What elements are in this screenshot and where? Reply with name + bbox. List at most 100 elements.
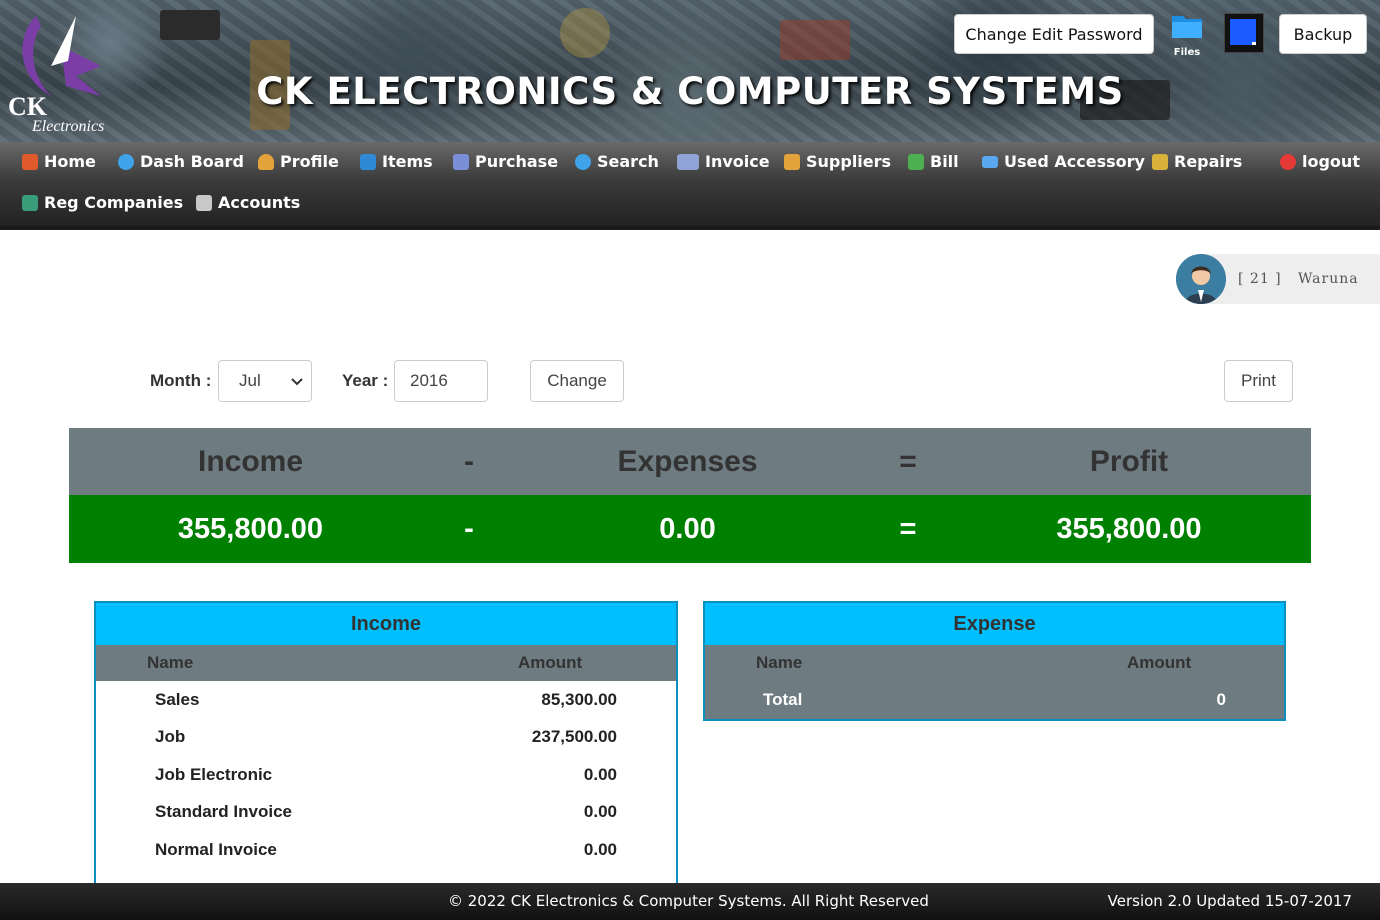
- expense-total-value: 0: [1216, 690, 1226, 709]
- home-icon: [22, 153, 38, 170]
- row-name: Job Electronic: [155, 764, 273, 784]
- summary-expenses-header: Expenses: [617, 444, 758, 478]
- expense-col-name: Name: [756, 653, 803, 672]
- items-icon: [360, 153, 376, 170]
- nav-item-dashboard[interactable]: Dash Board: [118, 152, 244, 171]
- nav-item-suppliers[interactable]: Suppliers: [784, 152, 891, 171]
- purchase-icon: [453, 153, 469, 170]
- month-select[interactable]: Jul: [218, 360, 312, 402]
- invoice-icon: [677, 153, 699, 170]
- row-amount: 0.00: [583, 839, 617, 859]
- summary-expenses-value: 0.00: [659, 512, 716, 545]
- footer-version: Version 2.0 Updated 15-07-2017: [1107, 892, 1352, 910]
- nav-item-label: Purchase: [475, 152, 559, 171]
- nav-item-home[interactable]: Home: [22, 152, 96, 171]
- table-row: Job 237,500.00: [96, 719, 676, 757]
- nav-item-items[interactable]: Items: [360, 152, 433, 171]
- files-label: Files: [1173, 47, 1201, 58]
- footer: © 2022 CK Electronics & Computer Systems…: [0, 883, 1380, 920]
- nav-item-label: Repairs: [1174, 152, 1243, 171]
- nav-item-bill[interactable]: Bill: [908, 152, 959, 171]
- files-button[interactable]: Files: [1168, 10, 1206, 62]
- nav-item-label: Search: [597, 152, 659, 171]
- print-button[interactable]: Print: [1224, 360, 1293, 402]
- row-amount: 85,300.00: [541, 689, 617, 709]
- user-name: Waruna: [1298, 271, 1359, 287]
- nav-item-logout[interactable]: logout: [1280, 152, 1360, 171]
- nav-item-label: Suppliers: [806, 152, 892, 171]
- summary-income-value: 355,800.00: [177, 512, 324, 545]
- user-badge[interactable]: [ 21 ] Waruna: [1176, 254, 1380, 304]
- chevron-down-icon: [291, 378, 303, 386]
- row-name: Job: [155, 727, 186, 747]
- summary-values-row: 355,800.00 - 0.00 = 355,800.00: [69, 495, 1311, 563]
- nav-item-label: Dash Board: [140, 152, 244, 171]
- nav-item-label: Items: [382, 152, 433, 171]
- month-select-value: Jul: [239, 371, 261, 390]
- nav-item-label: Home: [44, 152, 96, 171]
- accounts-icon: [196, 194, 212, 211]
- summary-profit-value: 355,800.00: [1056, 512, 1202, 545]
- table-row: Sales 85,300.00: [96, 681, 676, 719]
- summary-profit-header: Profit: [1089, 444, 1169, 478]
- nav-item-used-accessory[interactable]: Used Accessory: [982, 152, 1145, 171]
- nav-item-accounts[interactable]: Accounts: [196, 193, 300, 212]
- backup-button[interactable]: Backup: [1279, 14, 1367, 54]
- nav-item-search[interactable]: Search: [575, 152, 659, 171]
- income-panel: Income Name Amount Sales 85,300.00 Job 2…: [94, 601, 678, 901]
- income-table-header: Name Amount: [96, 645, 676, 681]
- decor-chip: [780, 20, 850, 60]
- row-amount: 237,500.00: [531, 727, 617, 747]
- nav-item-label: Bill: [930, 152, 959, 171]
- profile-icon: [258, 153, 274, 170]
- change-password-button[interactable]: Change Edit Password: [954, 14, 1154, 54]
- window-icon: [1230, 19, 1256, 45]
- expense-table-header: Name Amount: [705, 645, 1284, 681]
- row-name: Sales: [155, 689, 200, 709]
- expense-panel: Expense Name Amount Total 0: [703, 601, 1286, 721]
- main-nav: Home Dash Board Profile Items Purchase S…: [0, 142, 1380, 230]
- expense-col-amount: Amount: [1127, 653, 1192, 672]
- expense-panel-title: Expense: [705, 603, 1284, 645]
- nav-item-reg-companies[interactable]: Reg Companies: [22, 193, 183, 212]
- table-row: Normal Invoice 0.00: [96, 831, 676, 869]
- nav-item-label: Accounts: [218, 193, 301, 212]
- companies-icon: [22, 194, 38, 211]
- income-col-amount: Amount: [518, 653, 583, 672]
- year-input[interactable]: [394, 360, 488, 402]
- bill-icon: [908, 153, 924, 170]
- summary-minus: -: [464, 444, 474, 478]
- decor-chip: [160, 10, 220, 40]
- screen-toggle-button[interactable]: [1224, 13, 1264, 53]
- user-id: [ 21 ]: [1238, 271, 1282, 287]
- power-icon: [1280, 153, 1296, 170]
- suppliers-icon: [784, 153, 800, 170]
- row-name: Standard Invoice: [155, 802, 292, 822]
- dashboard-icon: [118, 153, 134, 170]
- nav-item-purchase[interactable]: Purchase: [453, 152, 558, 171]
- year-label: Year :: [342, 371, 389, 390]
- nav-item-label: Profile: [280, 152, 339, 171]
- nav-item-repairs[interactable]: Repairs: [1152, 152, 1242, 171]
- avatar: [1176, 254, 1226, 304]
- income-col-name: Name: [147, 653, 194, 672]
- nav-row-2: Reg Companies Accounts: [0, 183, 1380, 223]
- decor-chip: [560, 8, 610, 58]
- accessory-icon: [982, 155, 998, 168]
- nav-item-profile[interactable]: Profile: [258, 152, 339, 171]
- site-title: CK ELECTRONICS & COMPUTER SYSTEMS: [256, 70, 1124, 113]
- repairs-icon: [1152, 153, 1168, 170]
- search-icon: [575, 153, 591, 170]
- summary-equals: =: [899, 444, 917, 478]
- nav-item-label: Reg Companies: [44, 193, 184, 212]
- logo-electronics-text: Electronics: [32, 118, 105, 135]
- row-name: Normal Invoice: [155, 839, 277, 859]
- summary-income-header: Income: [197, 444, 304, 478]
- table-row: Standard Invoice 0.00: [96, 794, 676, 832]
- footer-copyright: © 2022 CK Electronics & Computer Systems…: [448, 892, 929, 910]
- user-avatar-icon: [1176, 254, 1226, 304]
- folder-icon: [1172, 16, 1202, 38]
- expense-total-label: Total: [763, 690, 803, 709]
- change-button[interactable]: Change: [530, 360, 624, 402]
- nav-item-invoice[interactable]: Invoice: [677, 152, 770, 171]
